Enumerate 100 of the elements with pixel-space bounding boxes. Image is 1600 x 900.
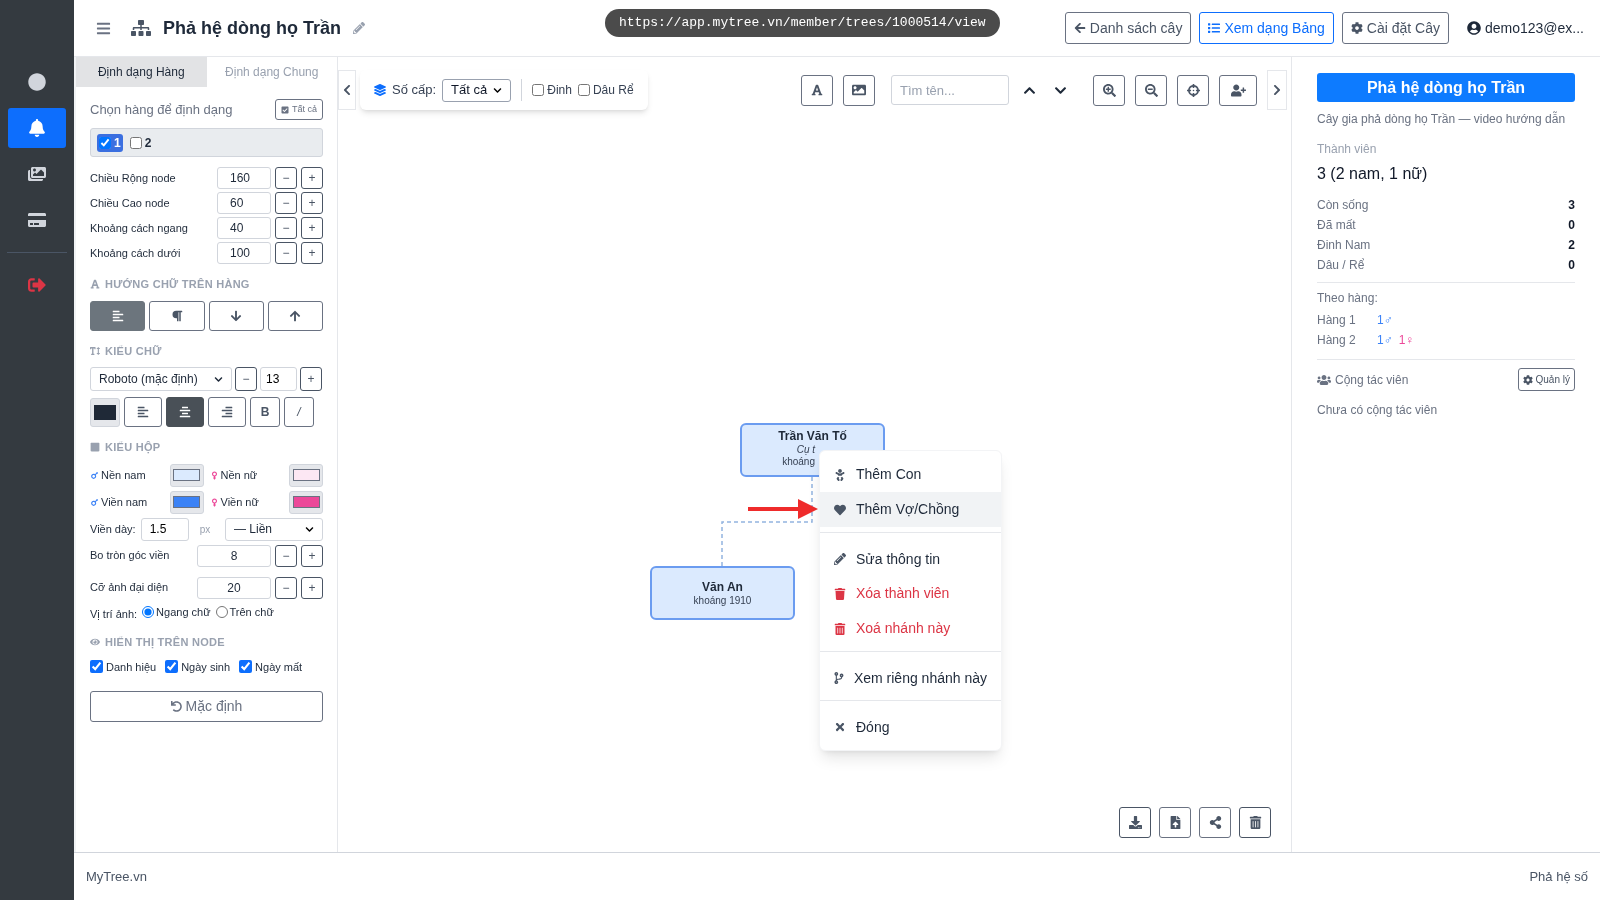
undo-icon <box>170 701 182 712</box>
checkbox[interactable] <box>577 84 590 96</box>
delete-button[interactable] <box>1239 807 1271 838</box>
direction-button[interactable] <box>149 300 205 331</box>
increment-button[interactable]: + <box>301 576 323 599</box>
checkbox-label: Danh hiệu <box>106 659 157 675</box>
radio-label: Ngang chữ <box>156 604 211 620</box>
menu-item[interactable]: Xoá nhánh này <box>820 611 1001 646</box>
number-field[interactable]: 20 <box>197 576 271 599</box>
menu-item[interactable]: Đóng <box>820 700 1001 744</box>
bold-button[interactable]: B <box>250 397 280 427</box>
field-label: Cỡ ảnh đại diện <box>90 580 169 596</box>
menu-item[interactable]: Xem riêng nhánh này <box>820 651 1001 695</box>
add-member-button[interactable] <box>1219 74 1257 106</box>
menu-item[interactable]: Xóa thành viên <box>820 576 1001 611</box>
circle-icon <box>28 73 46 91</box>
zoom-out-button[interactable] <box>1135 74 1167 106</box>
font-size-field[interactable]: 13 <box>260 367 297 391</box>
menu-item[interactable]: Sửa thông tin <box>820 532 1001 576</box>
field-label: Bo tròn góc viền <box>90 548 170 564</box>
row-chip[interactable]: 2 <box>127 133 154 152</box>
stat-value: 0 <box>1568 257 1575 274</box>
user-email[interactable]: demo123@ex... <box>1484 17 1584 39</box>
share-button[interactable] <box>1199 807 1231 838</box>
edit-icon[interactable] <box>353 22 365 34</box>
direction-button[interactable] <box>90 300 146 331</box>
collaborators-label: Cộng tác viên <box>1335 371 1409 389</box>
crosshair-icon <box>1186 83 1200 97</box>
pencil-icon <box>834 553 846 565</box>
download-button[interactable] <box>1119 807 1151 838</box>
font-button[interactable] <box>801 74 833 106</box>
direction-button[interactable] <box>267 300 323 331</box>
number-field[interactable]: 8 <box>197 544 271 567</box>
select-all-button[interactable]: Tất cả <box>275 99 323 120</box>
increment-button[interactable]: + <box>301 242 323 264</box>
decrement-button[interactable]: − <box>275 544 297 567</box>
increment-button[interactable]: + <box>301 167 323 189</box>
increment-button[interactable]: + <box>301 544 323 567</box>
color-swatch[interactable] <box>90 397 120 427</box>
color-swatch[interactable] <box>289 490 323 514</box>
person-node[interactable]: Văn An khoáng 1910 <box>650 566 795 620</box>
increment-button[interactable]: + <box>300 367 322 391</box>
decrement-button[interactable]: − <box>235 367 257 391</box>
menu-item[interactable]: Thêm Vợ/Chồng <box>820 492 1001 527</box>
search-field[interactable]: Tìm tên... <box>891 75 1009 105</box>
radio-button[interactable] <box>142 605 155 618</box>
manage-button[interactable]: Quản lý <box>1517 368 1575 391</box>
sidebar-item[interactable] <box>8 108 66 148</box>
field-label: Nền nam <box>101 467 146 483</box>
checkbox[interactable] <box>129 136 142 149</box>
number-field[interactable]: 100 <box>217 242 271 264</box>
number-field[interactable]: 160 <box>217 167 271 189</box>
checkbox-label: Ngày sinh <box>181 659 231 675</box>
color-swatch[interactable] <box>289 463 323 487</box>
number-field[interactable]: 60 <box>217 192 271 214</box>
decrement-button[interactable]: − <box>275 217 297 239</box>
number-field[interactable]: 40 <box>217 217 271 239</box>
border-style-select[interactable]: — Liền <box>225 517 323 541</box>
header-button[interactable]: Danh sách cây <box>1064 12 1192 44</box>
increment-button[interactable]: + <box>301 192 323 214</box>
align-button[interactable] <box>208 397 246 427</box>
eye-icon <box>90 637 100 648</box>
color-swatch[interactable] <box>169 463 204 487</box>
decrement-button[interactable]: − <box>275 167 297 189</box>
header-button[interactable]: Cài đặt Cây <box>1341 12 1449 44</box>
color-swatch[interactable] <box>169 490 204 514</box>
upload-button[interactable] <box>1159 807 1191 838</box>
reset-button[interactable]: Mặc định <box>90 691 323 722</box>
direction-button[interactable] <box>208 300 264 331</box>
collapse-right-button[interactable] <box>1267 70 1287 110</box>
italic-button[interactable]: / <box>284 397 314 427</box>
decrement-button[interactable]: − <box>275 192 297 214</box>
radio-button[interactable] <box>215 605 228 618</box>
level-select[interactable]: Tất cả <box>442 78 512 102</box>
align-button[interactable] <box>124 397 162 427</box>
checkbox-label: Dâu Rể <box>592 82 634 99</box>
collapse-left-button[interactable] <box>338 70 356 110</box>
unit-label: px <box>199 522 211 537</box>
checkbox[interactable] <box>90 660 103 674</box>
center-button[interactable] <box>1177 74 1209 106</box>
checkbox[interactable] <box>99 136 111 149</box>
zoom-in-button[interactable] <box>1093 74 1125 106</box>
field-label: Viền dày: <box>90 521 136 537</box>
arrow-left-icon <box>1073 22 1086 34</box>
increment-button[interactable]: + <box>301 217 323 239</box>
row-chip[interactable]: 1 <box>97 133 123 152</box>
panel-tab[interactable]: Định dạng Hàng <box>76 57 207 87</box>
checkbox[interactable] <box>165 660 179 674</box>
border-width-field[interactable]: 1.5 <box>140 517 189 541</box>
image-button[interactable] <box>843 74 875 106</box>
align-button[interactable] <box>166 397 204 427</box>
header-button[interactable]: Xem dạng Bảng <box>1199 12 1334 44</box>
checkbox[interactable] <box>239 660 253 674</box>
share-icon <box>1208 816 1222 829</box>
checkbox[interactable] <box>532 84 545 96</box>
decrement-button[interactable]: − <box>275 242 297 264</box>
menu-icon[interactable] <box>96 20 111 36</box>
female-icon <box>209 470 219 480</box>
decrement-button[interactable]: − <box>275 576 297 599</box>
font-select[interactable]: Roboto (mặc định) <box>90 367 232 391</box>
